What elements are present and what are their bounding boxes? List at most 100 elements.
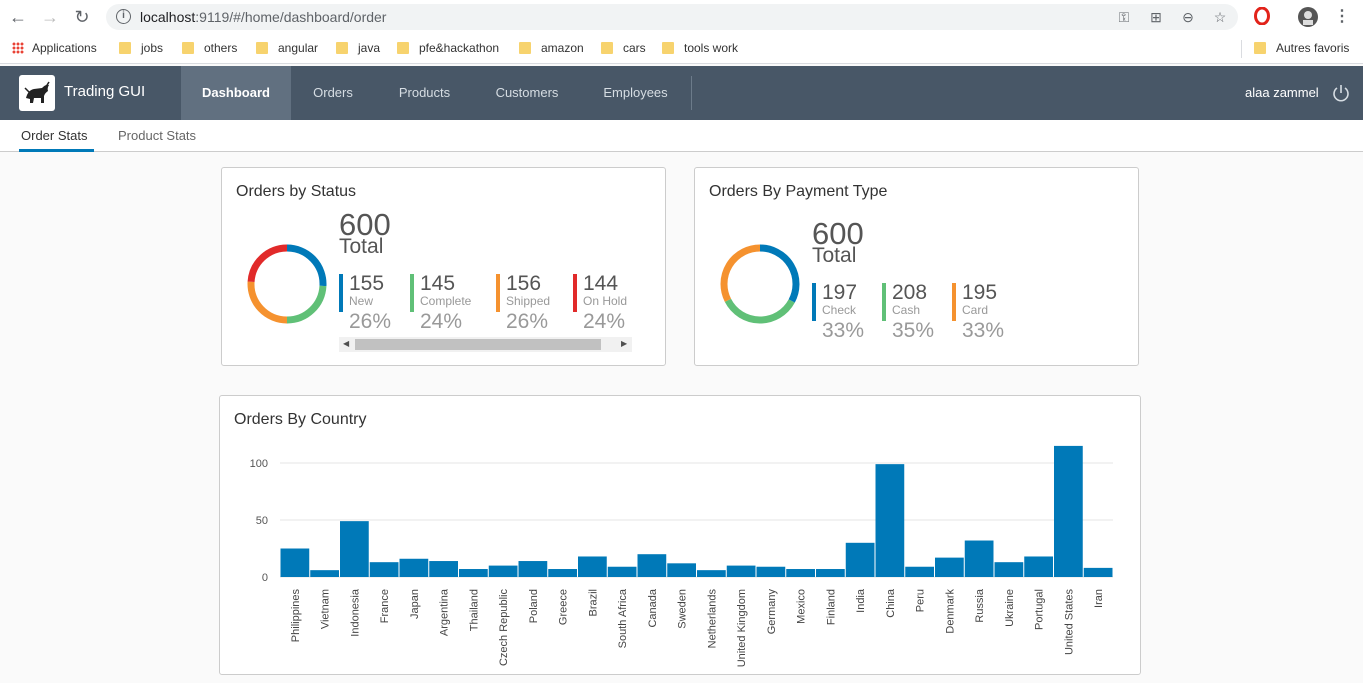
horizontal-scrollbar[interactable]: ◀ ▶ xyxy=(339,337,632,352)
bar-greece[interactable] xyxy=(548,569,577,577)
bar-philippines[interactable] xyxy=(280,548,310,578)
star-icon[interactable]: ☆ xyxy=(1212,9,1228,25)
stat-label: Shipped xyxy=(506,294,551,308)
info-icon[interactable]: i xyxy=(116,9,131,24)
bar-indonesia[interactable] xyxy=(340,521,369,577)
key-icon[interactable]: ⚿ xyxy=(1116,9,1132,25)
bar-mexico[interactable] xyxy=(786,569,815,577)
address-bar[interactable]: i localhost:9119/#/home/dashboard/order … xyxy=(106,4,1238,30)
bar-france[interactable] xyxy=(369,562,399,577)
menu-dots-icon[interactable]: ⋮ xyxy=(1332,7,1352,27)
y-tick-label: 0 xyxy=(262,572,268,584)
stat-percent: 26% xyxy=(349,310,392,333)
x-tick-label: Netherlands xyxy=(706,589,718,649)
folder-icon xyxy=(519,42,531,54)
total-label: Total xyxy=(339,235,384,258)
bar-finland[interactable] xyxy=(816,569,845,577)
bookmark-folder[interactable]: jobs xyxy=(119,40,163,58)
bookmark-label: jobs xyxy=(141,41,164,55)
bookmarks-bar: Applications jobs others angular java pf… xyxy=(0,34,1363,64)
bar-south-africa[interactable] xyxy=(607,566,637,577)
bar-japan[interactable] xyxy=(399,558,429,577)
zoom-icon[interactable]: ⊖ xyxy=(1180,9,1196,25)
back-icon[interactable]: ← xyxy=(8,7,28,27)
payment-slice-check xyxy=(759,244,800,303)
bar-argentina[interactable] xyxy=(429,561,458,577)
orders-by-payment-card: Orders By Payment Type 600 Total 197 Che… xyxy=(694,167,1139,366)
bookmark-other-favorites[interactable]: Autres favoris xyxy=(1254,40,1349,58)
bookmark-folder[interactable]: java xyxy=(336,40,380,58)
bar-iran[interactable] xyxy=(1083,567,1113,577)
nav-tab-dashboard[interactable]: Dashboard xyxy=(181,66,291,120)
bookmark-folder[interactable]: amazon xyxy=(519,40,584,58)
x-tick-label: Iran xyxy=(1093,589,1105,608)
x-tick-label: Brazil xyxy=(587,589,599,617)
bookmark-label: cars xyxy=(623,41,646,55)
status-slice-new xyxy=(286,244,327,287)
payment-slice-cash xyxy=(724,298,795,324)
bar-czech-republic[interactable] xyxy=(488,565,518,577)
bar-portugal[interactable] xyxy=(1024,556,1053,577)
opera-icon[interactable] xyxy=(1252,6,1272,27)
apps-grid-icon xyxy=(12,42,24,54)
tab-product-stats[interactable]: Product Stats xyxy=(118,128,196,143)
nav-tab-employees[interactable]: Employees xyxy=(580,66,691,120)
subnav: Order Stats Product Stats xyxy=(0,120,1363,152)
bookmark-label: angular xyxy=(278,41,319,55)
url-text[interactable]: localhost:9119/#/home/dashboard/order xyxy=(140,9,386,25)
x-tick-label: Ukraine xyxy=(1004,589,1016,627)
bar-china[interactable] xyxy=(875,464,905,577)
active-tab-indicator xyxy=(19,149,94,152)
bookmark-folder[interactable]: tools work xyxy=(662,40,738,58)
nav-tab-orders[interactable]: Orders xyxy=(291,66,375,120)
bar-germany[interactable] xyxy=(756,566,786,577)
nav-tab-customers[interactable]: Customers xyxy=(474,66,580,120)
stat-color-bar xyxy=(812,283,816,321)
y-tick-label: 100 xyxy=(250,458,268,470)
folder-icon xyxy=(601,42,613,54)
scroll-right-icon[interactable]: ▶ xyxy=(621,339,627,348)
brand-logo[interactable] xyxy=(19,75,55,111)
scroll-left-icon[interactable]: ◀ xyxy=(343,339,349,348)
bar-peru[interactable] xyxy=(905,566,934,577)
card-title: Orders by Status xyxy=(236,183,357,200)
x-tick-label: Peru xyxy=(915,589,927,612)
bar-thailand[interactable] xyxy=(459,569,488,577)
x-tick-label: India xyxy=(855,588,867,613)
bar-brazil[interactable] xyxy=(578,556,607,577)
bookmark-folder[interactable]: others xyxy=(182,40,237,58)
folder-icon xyxy=(1254,42,1266,54)
reload-icon[interactable]: ↻ xyxy=(72,7,92,27)
bar-netherlands[interactable] xyxy=(697,570,726,577)
x-tick-label: Canada xyxy=(647,588,659,627)
stat-label: Complete xyxy=(420,294,472,308)
scrollbar-thumb[interactable] xyxy=(355,339,601,350)
user-name[interactable]: alaa zammel xyxy=(1245,85,1319,100)
bar-united-states[interactable] xyxy=(1054,445,1083,577)
forward-icon[interactable]: → xyxy=(40,7,60,27)
bookmark-folder[interactable]: pfe&hackathon xyxy=(397,40,499,58)
bar-russia[interactable] xyxy=(964,540,994,577)
stat-value: 156 xyxy=(506,272,542,295)
bar-poland[interactable] xyxy=(518,561,548,577)
bookmark-label: tools work xyxy=(684,41,739,55)
profile-avatar[interactable] xyxy=(1298,7,1318,27)
bookmark-folder[interactable]: angular xyxy=(256,40,318,58)
bar-sweden[interactable] xyxy=(667,563,696,577)
power-icon[interactable] xyxy=(1331,83,1351,103)
bar-denmark[interactable] xyxy=(935,557,964,577)
translate-icon[interactable]: ⊞ xyxy=(1148,9,1164,25)
bar-vietnam[interactable] xyxy=(310,570,339,577)
bar-ukraine[interactable] xyxy=(994,562,1024,577)
stat-value: 155 xyxy=(349,272,385,295)
bar-canada[interactable] xyxy=(637,554,667,577)
bar-india[interactable] xyxy=(845,542,875,577)
x-tick-label: Germany xyxy=(766,589,778,635)
nav-tab-products[interactable]: Products xyxy=(375,66,474,120)
bookmark-label: amazon xyxy=(541,41,584,55)
bookmark-applications[interactable]: Applications xyxy=(12,40,97,58)
bar-united-kingdom[interactable] xyxy=(726,565,756,577)
bookmark-folder[interactable]: cars xyxy=(601,40,646,58)
tab-order-stats[interactable]: Order Stats xyxy=(21,128,87,143)
x-tick-label: China xyxy=(885,588,897,618)
